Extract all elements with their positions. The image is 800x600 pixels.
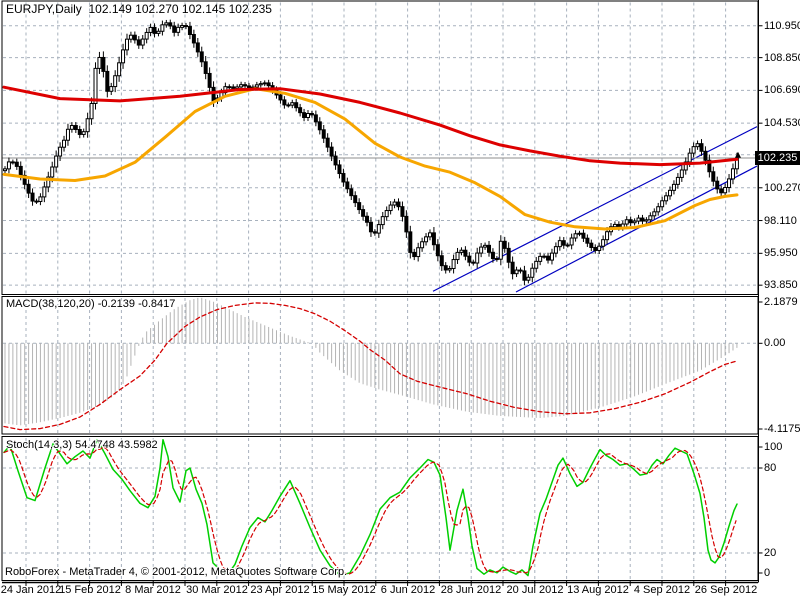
price-axis-label: 20 [764,546,777,559]
grid [3,2,757,580]
date-label: 26 Sep 2012 [694,584,758,596]
date-label: 28 Jun 2012 [440,584,502,596]
date-label: 8 Mar 2012 [125,584,181,596]
ma-fast-line [2,87,739,231]
macd-histogram [4,297,738,426]
price-axis-label: 106.690 [764,84,800,97]
copyright-text: RoboForex - MetaTrader 4, © 2001-2012, M… [5,566,348,578]
price-axis-label: 0 [764,567,771,579]
price-axis-label: 100.270 [764,181,800,194]
price-axis-label: 100 [764,441,783,453]
price-axis-label: 93.850 [764,279,798,292]
price-axis-label: 110.950 [764,19,800,32]
symbol-ohlc-title: EURJPY,Daily 102.149 102.270 102.145 102… [6,2,272,16]
current-price-label: 102.235 [755,151,800,165]
candlesticks [3,19,739,286]
ma-slow-line [2,85,739,167]
price-axis-label: 80 [764,462,777,474]
date-label: 4 Sep 2012 [633,584,691,596]
date-label: 13 Aug 2012 [567,584,629,596]
date-label: 15 Feb 2012 [59,584,121,596]
stoch-d-line [3,446,737,575]
date-label: 6 Jun 2012 [380,584,436,596]
price-axis-label: 2.1879 [764,296,798,308]
date-label: 23 Apr 2012 [250,584,310,596]
trendlines [432,126,758,293]
chart-window: EURJPY,Daily 102.149 102.270 102.145 102… [0,0,800,600]
date-label: 24 Jan 2012 [0,584,62,596]
price-axis-label: 95.950 [764,247,798,260]
price-axis-label: -4.1175 [764,423,800,435]
date-label: 15 May 2012 [312,584,376,596]
price-axis-label: 108.850 [764,51,800,64]
price-axis-label: 98.110 [764,214,797,227]
pane-borders [1,0,763,586]
price-axis-label: 104.530 [764,117,800,130]
stoch-indicator-label: Stoch(14,3,3) 54.4748 43.5982 [6,439,158,451]
macd-indicator-label: MACD(38,120,20) -0.2139 -0.8417 [6,298,176,310]
price-axis-label: 0.00 [764,337,786,350]
date-label: 20 Jul 2012 [506,584,564,596]
date-label: 30 Mar 2012 [186,584,248,596]
